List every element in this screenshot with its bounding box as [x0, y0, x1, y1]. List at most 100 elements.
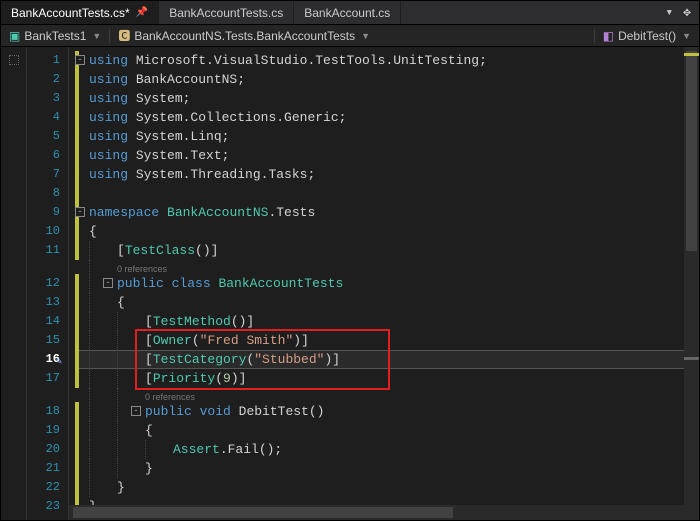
line-number: 3: [27, 89, 60, 108]
line-number: 13: [27, 293, 60, 312]
line-number: 7: [27, 165, 60, 184]
line-number: 19: [27, 421, 60, 440]
nav-bar: ▣ BankTests1 ▼ 🅲 BankAccountNS.Tests.Ban…: [1, 25, 699, 47]
code-text[interactable]: using System.Threading.Tasks;: [75, 167, 315, 182]
code-text[interactable]: [TestCategory("Stubbed")]: [75, 352, 340, 367]
code-text[interactable]: [TestClass()]: [75, 243, 218, 258]
tab-label: BankAccountTests.cs*: [11, 6, 130, 20]
line-number: 23: [27, 497, 60, 516]
code-text[interactable]: {: [75, 224, 97, 239]
code-line[interactable]: {: [75, 293, 699, 312]
line-number: 20: [27, 440, 60, 459]
code-viewport[interactable]: -using Microsoft.VisualStudio.TestTools.…: [69, 47, 699, 520]
document-outline-icon[interactable]: [9, 55, 19, 65]
code-line[interactable]: {: [75, 421, 699, 440]
line-number: 1: [27, 51, 60, 70]
line-number: 17: [27, 369, 60, 388]
code-editor: 12345678910111213141516✎17181920212223 -…: [1, 47, 699, 520]
indent-guide: [89, 260, 90, 274]
tabstrip-tools: ▾ ✥: [657, 1, 699, 24]
codelens-gutter-spacer: [27, 260, 60, 274]
nav-scope-dropdown[interactable]: ▣ BankTests1 ▼: [1, 29, 109, 43]
code-text[interactable]: using System.Text;: [75, 148, 229, 163]
code-text[interactable]: Assert.Fail();: [75, 442, 282, 457]
code-line[interactable]: [75, 184, 699, 203]
tab-label: BankAccount.cs: [304, 6, 390, 20]
chevron-down-icon: ▼: [92, 31, 101, 41]
code-text[interactable]: public class BankAccountTests: [75, 276, 343, 291]
codelens-annotation[interactable]: 0 references: [75, 388, 699, 402]
code-text[interactable]: using System.Linq;: [75, 129, 229, 144]
code-text[interactable]: {: [75, 423, 153, 438]
code-line[interactable]: -public void DebitTest(): [75, 402, 699, 421]
line-number: 6: [27, 146, 60, 165]
code-text[interactable]: [Owner("Fred Smith")]: [75, 333, 309, 348]
overflow-chevron-icon[interactable]: ▾: [665, 5, 673, 20]
line-number-gutter: 12345678910111213141516✎17181920212223: [27, 47, 69, 520]
line-number: 5: [27, 127, 60, 146]
line-number: 12: [27, 274, 60, 293]
nav-member-dropdown[interactable]: ◧ DebitTest() ▼: [595, 29, 699, 43]
line-number: 16✎: [27, 350, 60, 369]
code-line[interactable]: using System.Collections.Generic;: [75, 108, 699, 127]
tab-bankaccount-cs[interactable]: BankAccount.cs: [294, 1, 401, 24]
code-line[interactable]: using System.Text;: [75, 146, 699, 165]
code-text[interactable]: using System.Collections.Generic;: [75, 110, 346, 125]
line-number: 4: [27, 108, 60, 127]
code-text[interactable]: namespace BankAccountNS.Tests: [75, 205, 315, 220]
code-text[interactable]: {: [75, 295, 125, 310]
code-text[interactable]: [TestMethod()]: [75, 314, 254, 329]
line-number: 9: [27, 203, 60, 222]
pin-icon[interactable]: 📌: [136, 7, 148, 18]
tab-bankaccounttests-cs-dirty[interactable]: BankAccountTests.cs* 📌: [1, 1, 159, 24]
scrollbar-thumb[interactable]: [686, 51, 697, 251]
tab-bankaccounttests-cs[interactable]: BankAccountTests.cs: [159, 1, 294, 24]
code-line[interactable]: [Owner("Fred Smith")]: [75, 331, 699, 350]
code-text[interactable]: }: [75, 480, 125, 495]
code-line[interactable]: using System.Threading.Tasks;: [75, 165, 699, 184]
line-number: 18: [27, 402, 60, 421]
code-line[interactable]: -public class BankAccountTests: [75, 274, 699, 293]
nav-type-dropdown[interactable]: 🅲 BankAccountNS.Tests.BankAccountTests ▼: [110, 27, 593, 44]
code-line[interactable]: }: [75, 478, 699, 497]
code-text[interactable]: public void DebitTest(): [75, 404, 324, 419]
outline-margin: [1, 47, 27, 520]
code-text[interactable]: using Microsoft.VisualStudio.TestTools.U…: [75, 53, 487, 68]
class-icon: 🅲: [118, 27, 130, 44]
code-line[interactable]: [TestMethod()]: [75, 312, 699, 331]
chevron-down-icon: ▼: [361, 31, 370, 41]
vertical-scrollbar[interactable]: [684, 47, 699, 520]
indent-guide: [89, 388, 90, 402]
code-surface[interactable]: -using Microsoft.VisualStudio.TestTools.…: [69, 47, 699, 516]
indent-guide: [117, 388, 118, 402]
code-line[interactable]: using System.Linq;: [75, 127, 699, 146]
line-number: 10: [27, 222, 60, 241]
code-line[interactable]: Assert.Fail();: [75, 440, 699, 459]
code-line[interactable]: [TestCategory("Stubbed")]: [75, 350, 699, 369]
code-line[interactable]: using System;: [75, 89, 699, 108]
code-line[interactable]: [TestClass()]: [75, 241, 699, 260]
code-text[interactable]: using BankAccountNS;: [75, 72, 245, 87]
code-line[interactable]: -namespace BankAccountNS.Tests: [75, 203, 699, 222]
window-toggle-icon[interactable]: ✥: [683, 5, 691, 20]
horizontal-scrollbar[interactable]: [69, 505, 684, 520]
line-number: 2: [27, 70, 60, 89]
code-line[interactable]: }: [75, 459, 699, 478]
code-text[interactable]: [Priority(9)]: [75, 371, 246, 386]
code-text[interactable]: }: [75, 461, 153, 476]
tab-label: BankAccountTests.cs: [169, 6, 283, 20]
line-number: 15: [27, 331, 60, 350]
nav-member-label: DebitTest(): [618, 29, 676, 43]
code-line[interactable]: {: [75, 222, 699, 241]
line-number: 21: [27, 459, 60, 478]
chevron-down-icon: ▼: [682, 31, 691, 41]
codelens-annotation[interactable]: 0 references: [75, 260, 699, 274]
csharp-project-icon: ▣: [9, 29, 20, 43]
line-number: 11: [27, 241, 60, 260]
code-text[interactable]: using System;: [75, 91, 190, 106]
scrollbar-thumb[interactable]: [73, 507, 453, 518]
code-text[interactable]: [75, 186, 89, 201]
code-line[interactable]: -using Microsoft.VisualStudio.TestTools.…: [75, 51, 699, 70]
code-line[interactable]: [Priority(9)]: [75, 369, 699, 388]
code-line[interactable]: using BankAccountNS;: [75, 70, 699, 89]
